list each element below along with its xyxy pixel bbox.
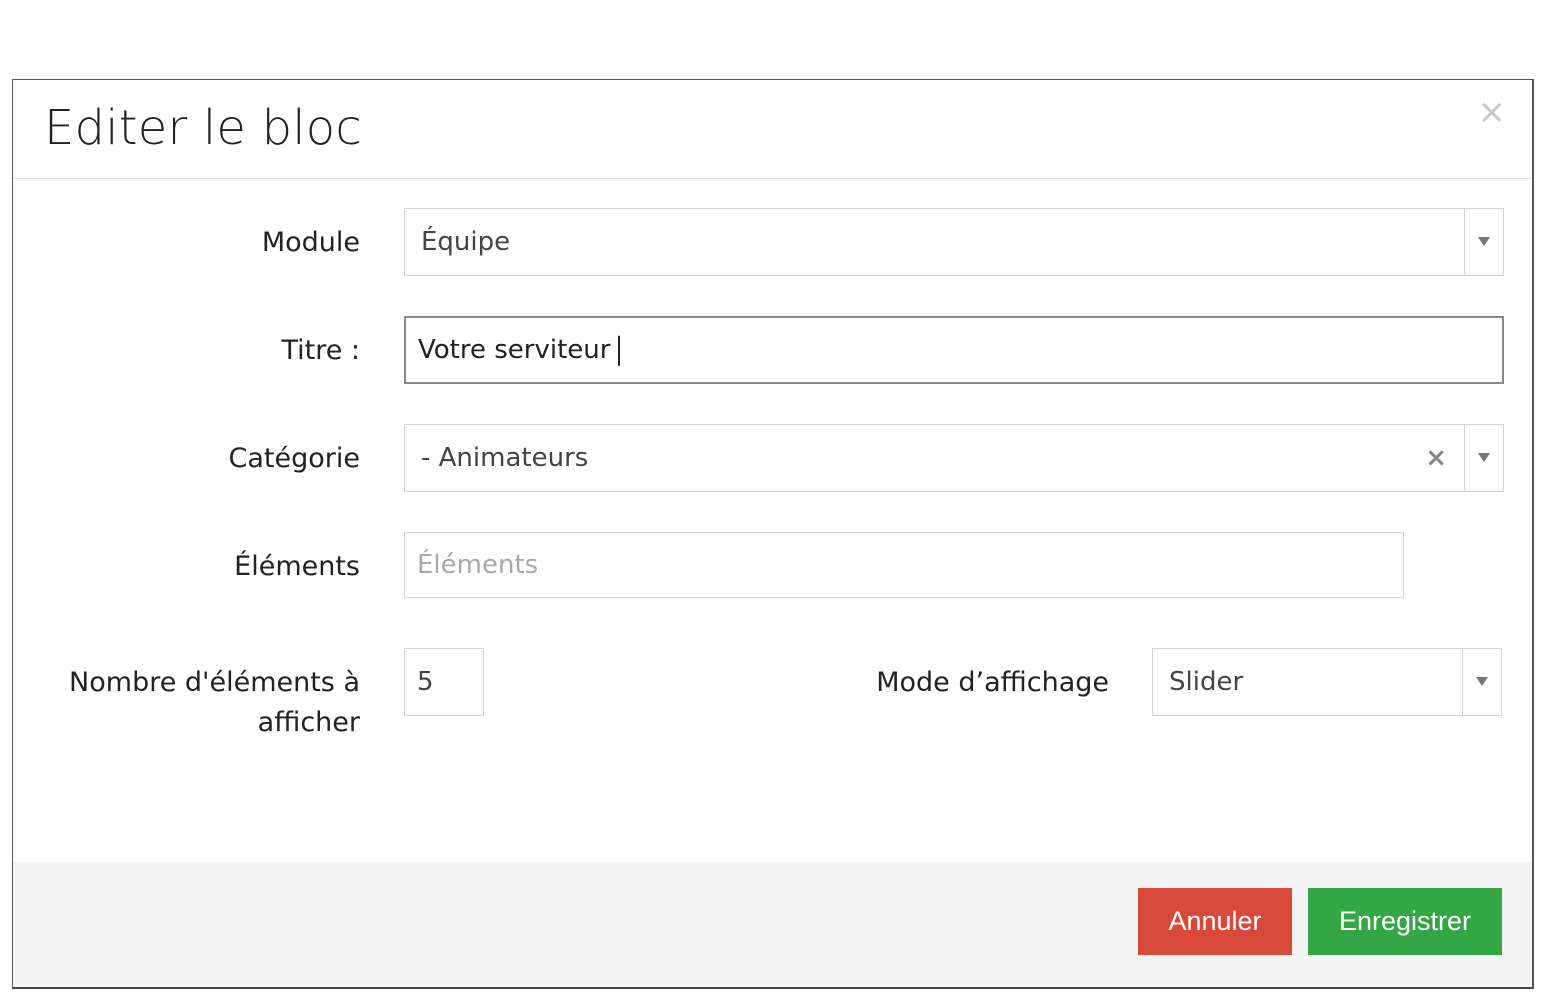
- mode-select[interactable]: Slider: [1152, 648, 1502, 716]
- nombre-label-line1: Nombre d'éléments à: [69, 667, 360, 698]
- chevron-down-icon: [1476, 677, 1488, 686]
- chevron-down-icon: [1478, 453, 1490, 462]
- titre-input-value: Votre serviteur: [418, 334, 611, 365]
- elements-input[interactable]: Éléments: [404, 532, 1404, 598]
- titre-input[interactable]: Votre serviteur: [404, 316, 1504, 384]
- chevron-down-icon: [1478, 237, 1490, 246]
- clear-selection-icon[interactable]: ×: [1425, 443, 1447, 473]
- cancel-button[interactable]: Annuler: [1138, 888, 1292, 955]
- categorie-select-value: - Animateurs: [421, 443, 589, 473]
- save-button[interactable]: Enregistrer: [1308, 888, 1502, 955]
- nombre-input-value: 5: [417, 667, 434, 697]
- module-label: Module: [261, 227, 360, 258]
- modal-title: Editer le bloc: [44, 100, 362, 156]
- mode-label: Mode d’affichage: [876, 667, 1109, 698]
- module-dropdown-toggle[interactable]: [1464, 209, 1503, 275]
- titre-label: Titre :: [281, 335, 360, 366]
- elements-label: Éléments: [234, 551, 360, 582]
- elements-placeholder: Éléments: [417, 550, 539, 580]
- nombre-input[interactable]: 5: [404, 648, 484, 716]
- categorie-label: Catégorie: [228, 443, 360, 474]
- categorie-dropdown-toggle[interactable]: [1464, 425, 1503, 491]
- modal-footer: Annuler Enregistrer: [13, 862, 1532, 987]
- modal-header: Editer le bloc ×: [13, 80, 1532, 179]
- categorie-select[interactable]: - Animateurs ×: [404, 424, 1504, 492]
- module-select-value: Équipe: [421, 227, 511, 257]
- mode-dropdown-toggle[interactable]: [1462, 649, 1501, 715]
- nombre-label-line2: afficher: [257, 707, 360, 738]
- nombre-label: Nombre d'éléments à afficher: [69, 663, 360, 743]
- close-icon[interactable]: ×: [1478, 92, 1507, 132]
- text-cursor: [618, 335, 621, 366]
- mode-select-value: Slider: [1169, 667, 1244, 697]
- module-select[interactable]: Équipe: [404, 208, 1504, 276]
- edit-block-modal: Editer le bloc × Module Équipe Titre : V…: [12, 79, 1534, 989]
